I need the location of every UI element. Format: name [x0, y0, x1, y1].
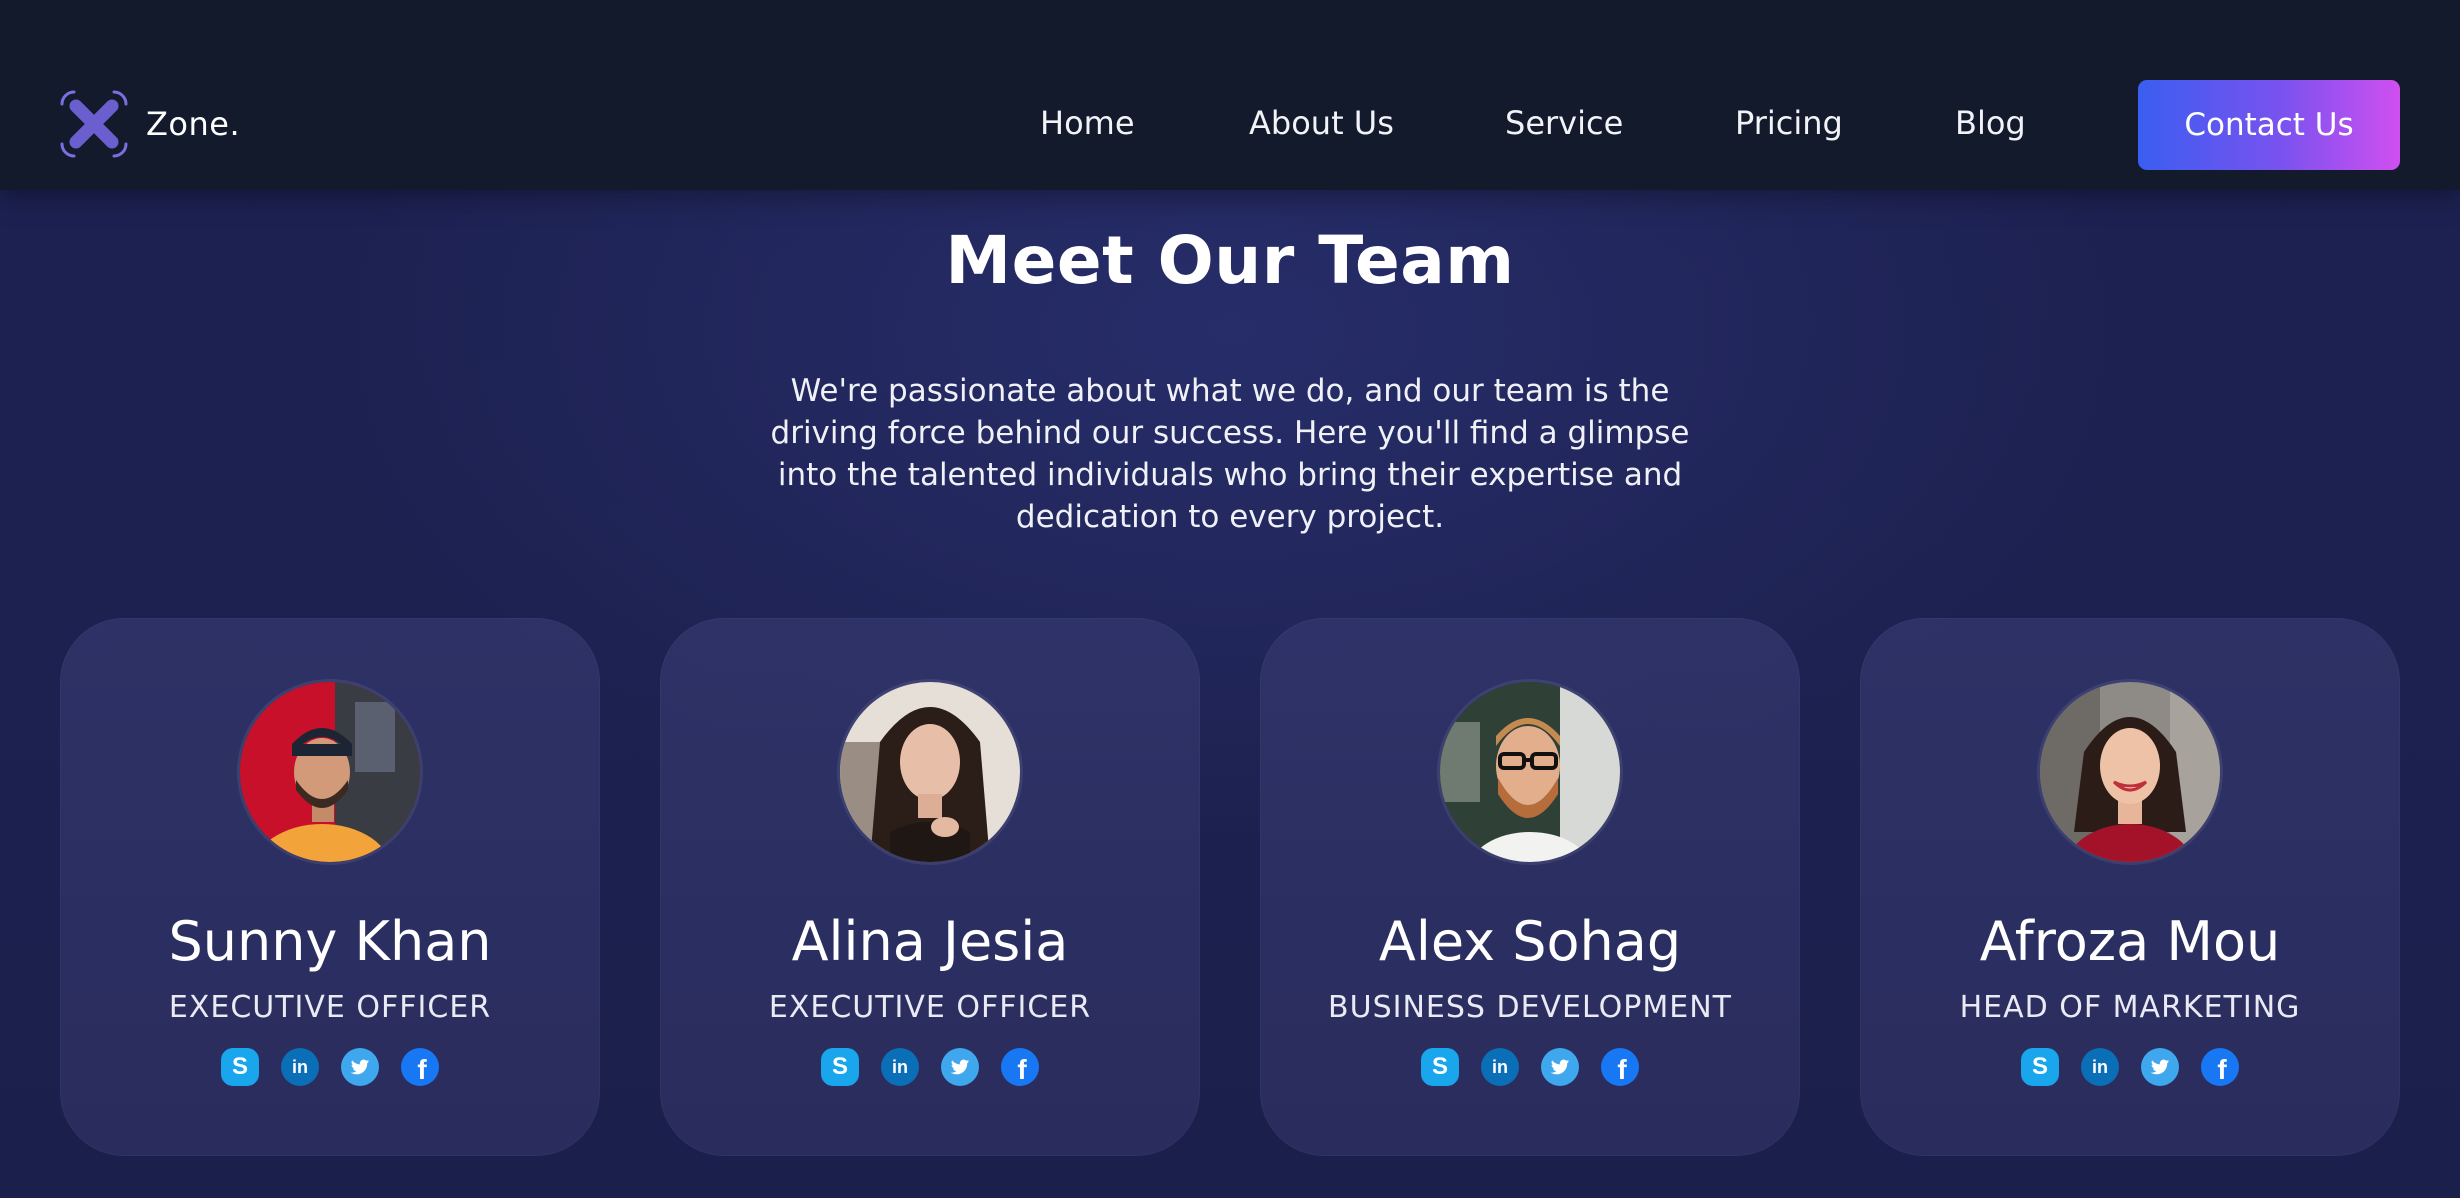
- skype-icon[interactable]: S: [221, 1048, 259, 1086]
- twitter-icon[interactable]: [1541, 1048, 1579, 1086]
- twitter-icon[interactable]: [941, 1048, 979, 1086]
- avatar: [2040, 682, 2220, 862]
- social-links: S in f: [1860, 1048, 2400, 1086]
- team-card: Alex Sohag BUSINESS DEVELOPMENT S in f: [1260, 618, 1800, 1156]
- team-card: Sunny Khan EXECUTIVE OFFICER S in f: [60, 618, 600, 1156]
- linkedin-icon[interactable]: in: [2081, 1048, 2119, 1086]
- nav-home[interactable]: Home: [1040, 104, 1135, 142]
- avatar-photo: [1440, 682, 1620, 862]
- facebook-icon[interactable]: f: [1601, 1048, 1639, 1086]
- skype-icon[interactable]: S: [2021, 1048, 2059, 1086]
- avatar: [840, 682, 1020, 862]
- member-name: Alex Sohag: [1378, 910, 1682, 973]
- linkedin-icon[interactable]: in: [281, 1048, 319, 1086]
- twitter-icon[interactable]: [2141, 1048, 2179, 1086]
- nav-about-us[interactable]: About Us: [1249, 104, 1394, 142]
- avatar-photo: [240, 682, 420, 862]
- brand-logo[interactable]: Zone.: [58, 88, 240, 160]
- skype-icon[interactable]: S: [1421, 1048, 1459, 1086]
- page-title: Meet Our Team: [945, 222, 1515, 299]
- social-links: S in f: [60, 1048, 600, 1086]
- skype-icon[interactable]: S: [821, 1048, 859, 1086]
- member-role: EXECUTIVE OFFICER: [768, 990, 1092, 1025]
- social-links: S in f: [660, 1048, 1200, 1086]
- member-role: BUSINESS DEVELOPMENT: [1328, 990, 1732, 1025]
- nav-blog[interactable]: Blog: [1955, 104, 2026, 142]
- avatar: [240, 682, 420, 862]
- member-role: EXECUTIVE OFFICER: [168, 990, 492, 1025]
- member-role: HEAD OF MARKETING: [1959, 990, 2301, 1025]
- intro-text: We're passionate about what we do, and o…: [770, 373, 1690, 535]
- team-card: Alina Jesia EXECUTIVE OFFICER S in f: [660, 618, 1200, 1156]
- facebook-icon[interactable]: f: [401, 1048, 439, 1086]
- facebook-icon[interactable]: f: [1001, 1048, 1039, 1086]
- navbar: Zone. Home About Us Service Pricing Blog…: [0, 0, 2460, 190]
- avatar-photo: [840, 682, 1020, 862]
- drone-icon: [60, 90, 128, 158]
- avatar-photo: [2040, 682, 2220, 862]
- linkedin-icon[interactable]: in: [1481, 1048, 1519, 1086]
- social-links: S in f: [1260, 1048, 1800, 1086]
- brand-name: Zone.: [146, 105, 241, 143]
- twitter-icon[interactable]: [341, 1048, 379, 1086]
- linkedin-icon[interactable]: in: [881, 1048, 919, 1086]
- member-name: Sunny Khan: [168, 910, 492, 973]
- member-name: Alina Jesia: [791, 910, 1069, 973]
- contact-us-button[interactable]: Contact Us: [2138, 80, 2400, 170]
- facebook-icon[interactable]: f: [2201, 1048, 2239, 1086]
- team-card: Afroza Mou HEAD OF MARKETING S in f: [1860, 618, 2400, 1156]
- nav-pricing[interactable]: Pricing: [1735, 104, 1843, 142]
- nav-service[interactable]: Service: [1505, 104, 1623, 142]
- member-name: Afroza Mou: [1979, 910, 2281, 973]
- avatar: [1440, 682, 1620, 862]
